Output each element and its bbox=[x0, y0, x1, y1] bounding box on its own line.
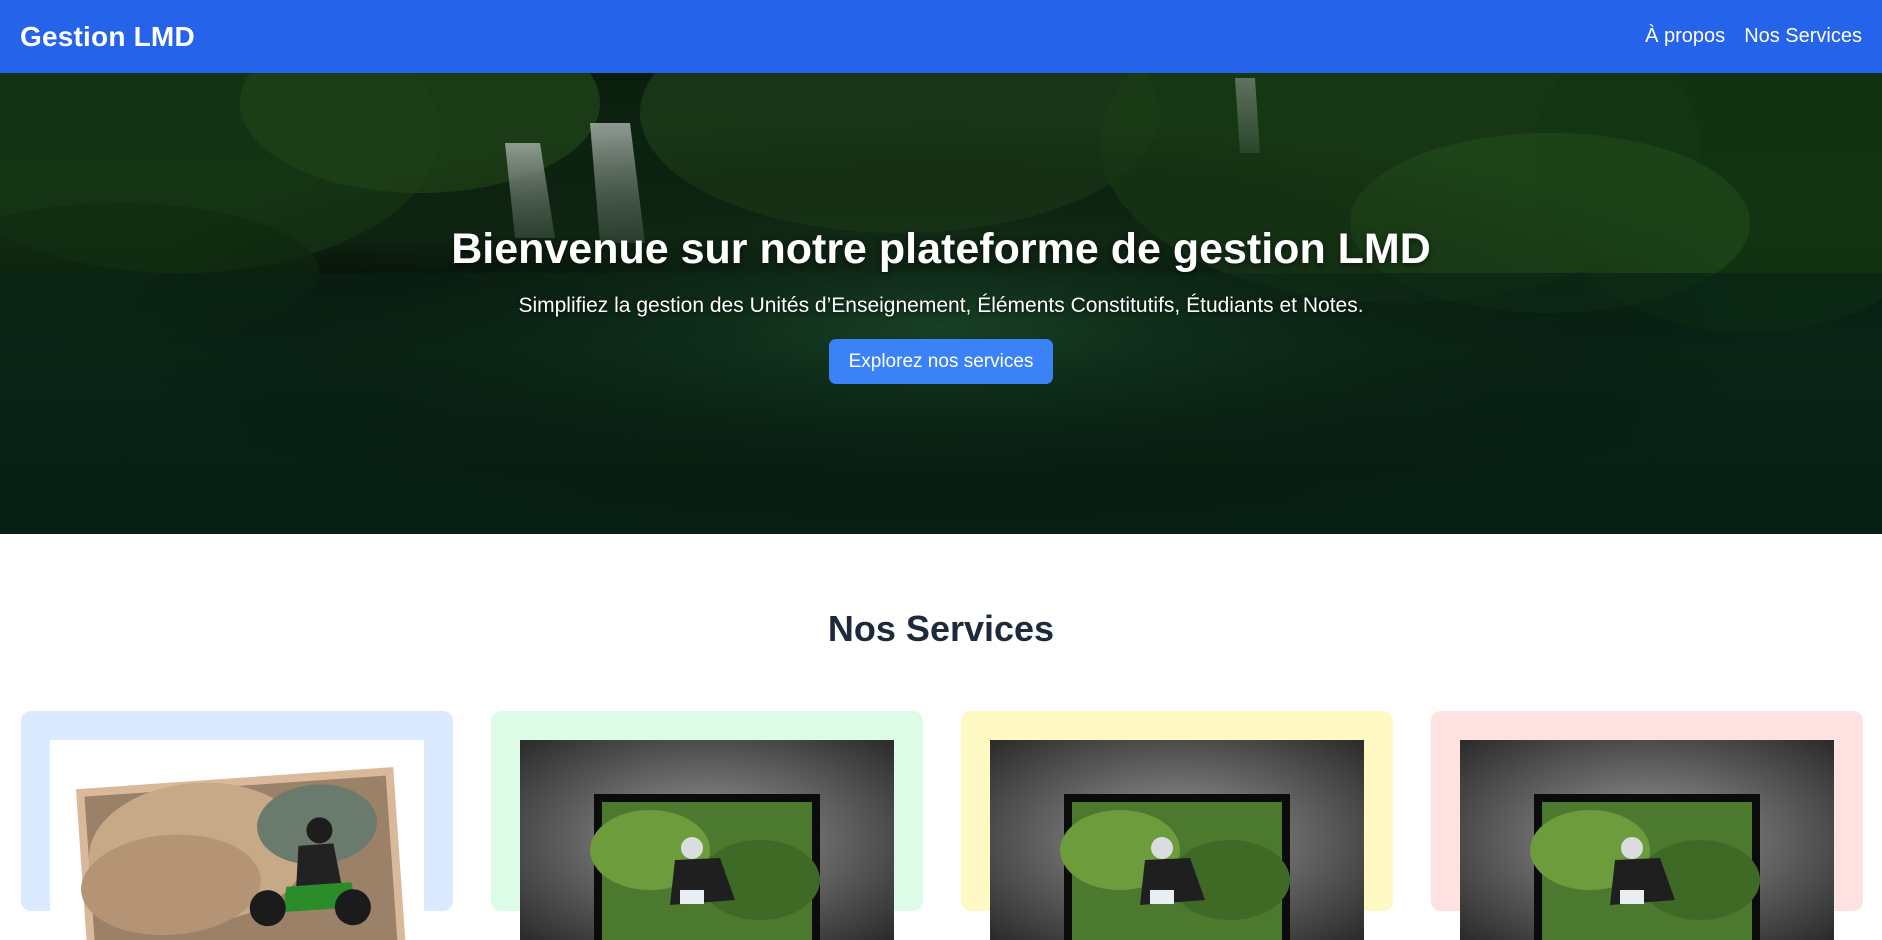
nav-link-services[interactable]: Nos Services bbox=[1744, 25, 1862, 48]
hero-content: Bienvenue sur notre plateforme de gestio… bbox=[0, 73, 1882, 534]
hero-subtitle: Simplifiez la gestion des Unités d’Ensei… bbox=[518, 294, 1364, 317]
service-card[interactable] bbox=[1431, 711, 1863, 940]
hero-section: Bienvenue sur notre plateforme de gestio… bbox=[0, 73, 1882, 534]
nav-links: À propos Nos Services bbox=[1645, 25, 1862, 48]
explore-services-button[interactable]: Explorez nos services bbox=[828, 339, 1054, 384]
service-card[interactable] bbox=[21, 711, 453, 940]
service-card-image bbox=[50, 740, 424, 940]
service-card[interactable] bbox=[491, 711, 923, 940]
brand-logo[interactable]: Gestion LMD bbox=[20, 21, 195, 53]
services-cards bbox=[21, 711, 1863, 940]
navbar: Gestion LMD À propos Nos Services bbox=[0, 0, 1882, 73]
service-card-image bbox=[1460, 740, 1834, 940]
service-card-image bbox=[990, 740, 1364, 940]
service-card[interactable] bbox=[961, 711, 1393, 940]
service-card-image bbox=[520, 740, 894, 940]
nav-link-about[interactable]: À propos bbox=[1645, 25, 1725, 48]
hero-title: Bienvenue sur notre plateforme de gestio… bbox=[451, 225, 1431, 273]
services-title: Nos Services bbox=[827, 608, 1055, 649]
